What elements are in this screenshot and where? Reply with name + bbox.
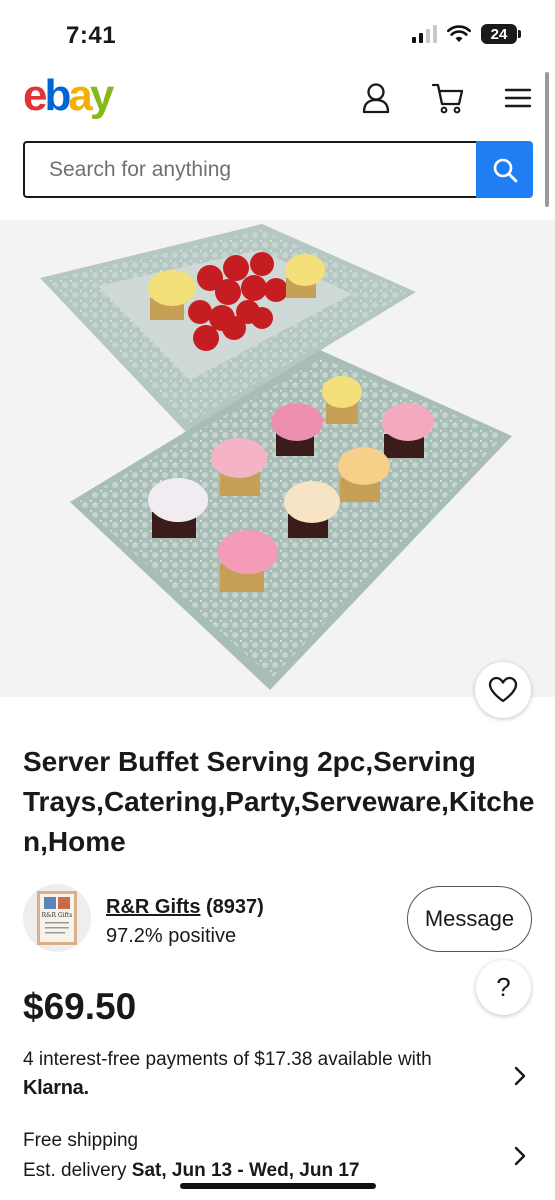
search-icon	[493, 158, 517, 182]
search-button[interactable]	[476, 141, 533, 198]
battery-icon: 24	[481, 24, 521, 44]
heart-icon	[488, 676, 518, 703]
menu-icon[interactable]	[500, 80, 536, 116]
seller-name[interactable]: R&R Gifts (8937)	[106, 896, 264, 919]
account-icon[interactable]	[358, 80, 394, 116]
watchlist-button[interactable]	[475, 662, 531, 718]
installment-text: 4 interest-free payments of $17.38 avail…	[23, 1049, 432, 1070]
shipping-cost: Free shipping	[23, 1130, 139, 1151]
cart-icon[interactable]	[430, 80, 466, 116]
chevron-right-icon	[514, 1146, 526, 1166]
svg-text:R&R Gifts: R&R Gifts	[42, 912, 73, 919]
chevron-right-icon	[514, 1066, 526, 1086]
cellular-signal-icon	[412, 25, 437, 43]
seller-name-link[interactable]: R&R Gifts	[106, 896, 200, 918]
estimated-delivery: Est. delivery Sat, Jun 13 - Wed, Jun 17	[23, 1160, 360, 1181]
klarna-logo: Klarna.	[23, 1077, 89, 1099]
seller-positive-feedback: 97.2% positive	[106, 925, 237, 947]
seller-info: R&R Gifts R&R Gifts (8937) 97.2% positiv…	[23, 884, 533, 954]
product-title: Server Buffet Serving 2pc,Serving Trays,…	[23, 746, 535, 857]
home-indicator[interactable]	[180, 1183, 376, 1189]
shipping-row[interactable]: Free shipping Est. delivery Sat, Jun 13 …	[23, 1126, 533, 1186]
help-button[interactable]: ?	[476, 960, 531, 1015]
message-button[interactable]: Message	[407, 886, 532, 952]
ebay-logo[interactable]: ebay	[23, 72, 114, 120]
status-time: 7:41	[66, 22, 117, 49]
item-price: $69.50	[23, 986, 137, 1027]
seller-avatar[interactable]: R&R Gifts	[23, 884, 91, 952]
product-image[interactable]	[0, 220, 555, 697]
wifi-icon	[447, 25, 471, 42]
status-bar: 7:41 24	[0, 0, 555, 60]
payment-options-row[interactable]: 4 interest-free payments of $17.38 avail…	[23, 1046, 533, 1106]
search-input[interactable]: Search for anything	[23, 141, 476, 198]
product-photo	[40, 224, 512, 690]
search-bar: Search for anything	[23, 141, 533, 198]
status-icons: 24	[412, 24, 521, 44]
seller-feedback-count: (8937)	[206, 896, 264, 918]
header: ebay	[0, 68, 555, 128]
delivery-dates: Sat, Jun 13 - Wed, Jun 17	[131, 1160, 360, 1181]
